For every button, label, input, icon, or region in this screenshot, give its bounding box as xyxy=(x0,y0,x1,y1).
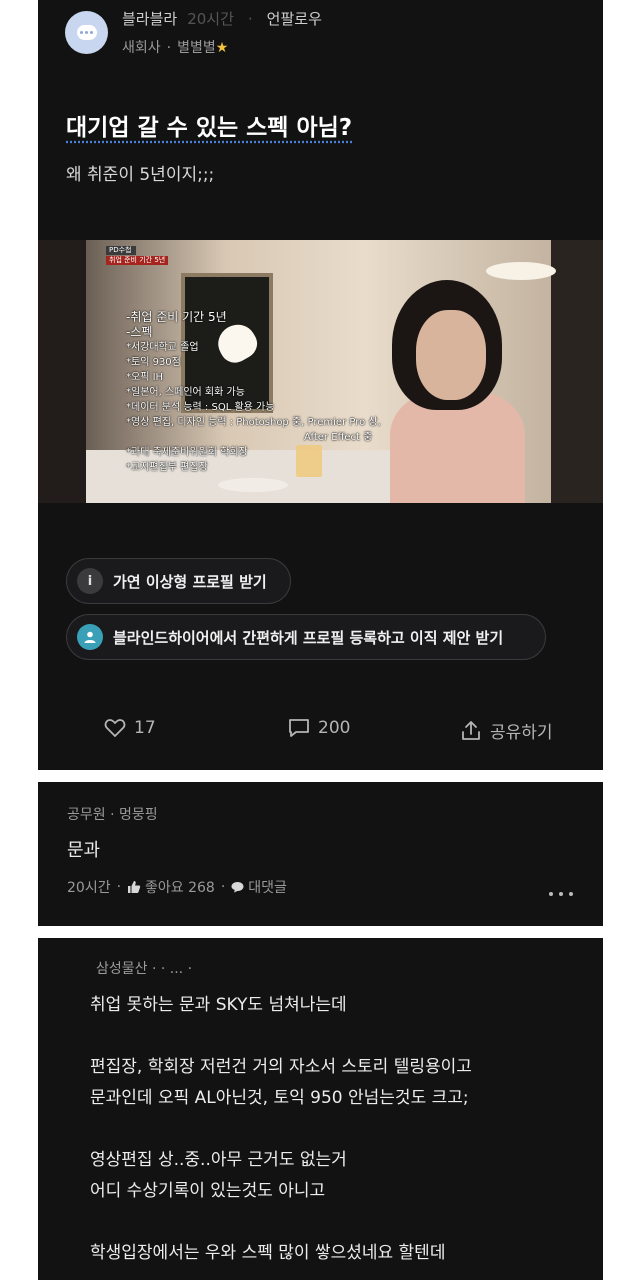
comment-icon xyxy=(289,719,309,737)
heart-icon xyxy=(104,719,126,738)
reply-author[interactable]: 삼성물산 · · ... · xyxy=(96,958,192,978)
post-actions: 17 200 공유하기 xyxy=(38,710,603,750)
separator-dot: · xyxy=(166,40,172,56)
author-sub: 새회사 · 별별별★ xyxy=(122,37,228,57)
comment-card: 공무원 · 멍뭉핑 문과 20시간 · 좋아요 268 · 대댓글 xyxy=(38,782,603,926)
profile-promo-button[interactable]: i 가연 이상형 프로필 받기 xyxy=(66,558,291,604)
video-caption: PD수첩 취업 준비 기간 5년 xyxy=(106,246,169,266)
share-button[interactable]: 공유하기 xyxy=(460,718,553,743)
reply-text: 취업 못하는 문과 SKY도 넘쳐나는데 편집장, 학회장 저런건 거의 자소서… xyxy=(90,995,472,1263)
post-title: 대기업 갈 수 있는 스펙 아님? xyxy=(66,115,353,141)
more-options-icon[interactable] xyxy=(549,882,573,906)
separator-dot: · xyxy=(247,10,253,28)
author-company: 새회사 xyxy=(122,40,161,56)
user-icon xyxy=(77,624,103,650)
author-nickname: 별별별 xyxy=(177,40,216,56)
comment-like-button[interactable]: 좋아요 268 xyxy=(127,877,215,897)
post-time: 20시간 xyxy=(187,10,234,28)
share-icon xyxy=(462,720,480,740)
thumbs-up-icon xyxy=(128,881,141,893)
like-count: 17 xyxy=(134,718,156,738)
post-meta: 블라블라 20시간 · 언팔로우 xyxy=(122,8,322,29)
comment-author[interactable]: 공무원 · 멍뭉핑 xyxy=(67,804,158,824)
comment-button[interactable]: 200 xyxy=(288,718,350,738)
comment-text: 문과 xyxy=(67,840,101,861)
spec-overlay: -취업 준비 기간 5년 -스펙 *서강대학교 졸업 *토익 930점 *오픽 … xyxy=(126,310,381,473)
lamp xyxy=(486,262,556,280)
comment-time: 20시간 xyxy=(67,880,111,896)
chat-bubble-icon xyxy=(76,25,97,40)
post-body: 왜 취준이 5년이지;;; xyxy=(66,165,215,185)
star-icon: ★ xyxy=(215,40,229,56)
comment-count: 200 xyxy=(318,718,351,738)
author-avatar[interactable] xyxy=(65,11,108,54)
comment-meta: 20시간 · 좋아요 268 · 대댓글 xyxy=(67,877,287,897)
reply-button[interactable]: 대댓글 xyxy=(231,877,287,897)
like-button[interactable]: 17 xyxy=(104,718,156,738)
reply-card: 삼성물산 · · ... · 취업 못하는 문과 SKY도 넘쳐나는데 편집장,… xyxy=(38,938,603,1280)
info-icon: i xyxy=(77,568,103,594)
share-label: 공유하기 xyxy=(490,723,553,743)
author-name[interactable]: 블라블라 xyxy=(122,10,177,28)
person xyxy=(416,310,486,400)
unfollow-button[interactable]: 언팔로우 xyxy=(267,10,322,28)
reply-bubble-icon xyxy=(231,882,244,893)
post-image[interactable]: PD수첩 취업 준비 기간 5년 -취업 준비 기간 5년 -스펙 *서강대학교… xyxy=(38,240,603,503)
blind-hire-promo-button[interactable]: 블라인드하이어에서 간편하게 프로필 등록하고 이직 제안 받기 xyxy=(66,614,546,660)
post-card: 블라블라 20시간 · 언팔로우 새회사 · 별별별★ 대기업 갈 수 있는 스펙 아님?… xyxy=(38,0,603,770)
